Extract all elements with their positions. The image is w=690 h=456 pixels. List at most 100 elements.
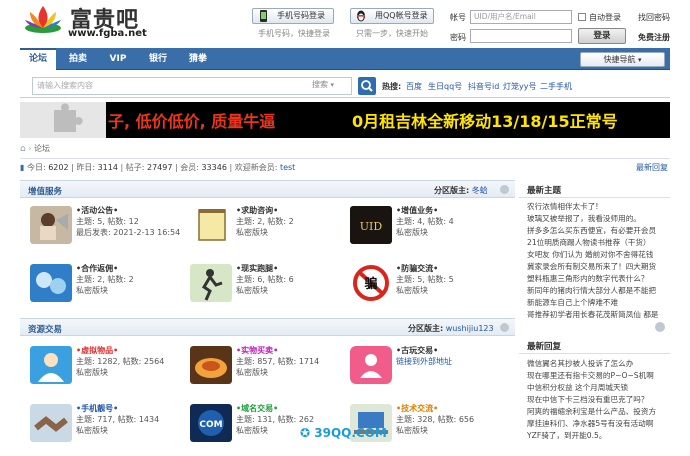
forum-name[interactable]: •虚拟物品• xyxy=(76,345,118,356)
register-link[interactable]: 免费注册 xyxy=(638,32,670,43)
auto-login-checkbox[interactable] xyxy=(578,13,586,21)
yesterday-count: 3114 xyxy=(97,163,118,172)
forum-item-virtual-goods[interactable]: •虚拟物品• 主题: 1282, 帖数: 2564 私密版块 xyxy=(20,342,180,398)
nav-item-vip[interactable]: VIP xyxy=(100,48,136,70)
nav-item-auction[interactable]: 拍卖 xyxy=(60,48,96,70)
posts-label: 帖子: xyxy=(125,163,145,172)
topic-link[interactable]: 哥推荐初学者用长春花茂斯简凤仙 都是 xyxy=(519,309,670,320)
breadcrumb-current[interactable]: 论坛 xyxy=(34,144,50,153)
qq-penguin-icon xyxy=(357,10,365,22)
forum-item-help[interactable]: •求助咨询• 主题: 2, 帖数: 2 私密版块 xyxy=(180,202,340,258)
qq-login-label: 用QQ帐号登录 xyxy=(375,11,428,20)
forgot-password-link[interactable]: 找回密码 xyxy=(638,12,670,23)
hot-search-label: 热搜: xyxy=(382,82,402,91)
hot-search-item[interactable]: 抖音号id xyxy=(468,81,499,92)
forum-name[interactable]: •古玩交易• xyxy=(396,345,438,356)
forum-name[interactable]: •域名交易• xyxy=(236,403,278,414)
scroll-indicator-icon[interactable] xyxy=(655,322,665,332)
forum-item-anti-fraud[interactable]: 骗 •防骗交流• 主题: 5, 帖数: 5 私密版块 xyxy=(340,260,500,316)
chevron-down-icon: ▾ xyxy=(330,81,335,89)
forum-name[interactable]: •现实跑腿• xyxy=(236,263,278,274)
hot-search-item[interactable]: 百度 xyxy=(406,81,422,92)
nav-item-guess[interactable]: 猜拳 xyxy=(180,48,216,70)
today-label: 今日: xyxy=(26,163,46,172)
login-button[interactable]: 登录 xyxy=(578,28,626,44)
search-button[interactable] xyxy=(358,77,376,95)
nav-item-forum[interactable]: 论坛 xyxy=(20,48,56,70)
qq-login-button[interactable]: 用QQ帐号登录 xyxy=(350,8,434,24)
forum-last-post[interactable]: 最后发表: 2021-2-13 16:54 xyxy=(76,227,180,238)
stats-icon: ▮ xyxy=(20,163,25,172)
forum-name[interactable]: •增值业务• xyxy=(396,205,438,216)
forum-name[interactable]: •实物买卖• xyxy=(236,345,278,356)
forum-name[interactable]: •求助咨询• xyxy=(236,205,278,216)
logo-url[interactable]: www.fgba.net xyxy=(68,28,147,39)
quick-nav-button[interactable]: 快捷导航 ▾ xyxy=(580,52,665,67)
topic-link[interactable]: 拼多多怎么买东西便宜，有必要开会员 xyxy=(519,225,670,236)
newest-member-link[interactable]: test xyxy=(280,163,295,172)
topic-link[interactable]: 玻璃又被举报了，我看没师用的。 xyxy=(519,213,670,224)
forum-counts: 主题: 4, 帖数: 4 xyxy=(396,217,454,226)
forum-private: 私密版块 xyxy=(236,426,268,435)
topic-link[interactable]: 冀家录会所有制交易所来了！四大期货 xyxy=(519,261,670,272)
forum-item-cooperation[interactable]: •合作返佣• 主题: 2, 帖数: 2 私密版块 xyxy=(20,260,180,316)
welcome-label: 欢迎新会员: xyxy=(234,163,278,172)
svg-text:COM: COM xyxy=(199,420,222,430)
uid-logo-icon: UID xyxy=(350,206,392,244)
hot-search-item[interactable]: 生日qq号 xyxy=(428,81,462,92)
moderator-link[interactable]: 冬蛤 xyxy=(472,186,488,195)
phone-login-button[interactable]: 手机号码登录 xyxy=(252,8,334,24)
forum-external-link[interactable]: 链接到外部地址 xyxy=(396,356,452,367)
forum-item-activity[interactable]: •活动公告• 主题: 5, 帖数: 12 最后发表: 2021-2-13 16:… xyxy=(20,202,180,258)
forum-item-phone-number[interactable]: •手机靓号• 主题: 717, 帖数: 1434 私密版块 xyxy=(20,400,180,456)
account-input[interactable]: UID/用户名/Email xyxy=(470,10,572,24)
breadcrumb: ⌂ › 论坛 xyxy=(20,143,670,159)
reply-link[interactable]: 现在哪里还有指卡交易的P~O~S机啊 xyxy=(519,370,670,381)
section-header-resource-trade: 资源交易 分区版主: wushijiu123 xyxy=(20,318,515,336)
forum-name[interactable]: •防骗交流• xyxy=(396,263,438,274)
topic-link[interactable]: 塑料瓶惠三角形内的数字代表什么？ xyxy=(519,273,670,284)
hot-search-item[interactable]: 二手手机 xyxy=(540,81,572,92)
forum-private: 私密版块 xyxy=(236,286,268,295)
topic-link[interactable]: 21位明质商踢人物读书推荐（干货） xyxy=(519,237,670,248)
forum-item-antique[interactable]: •古玩交易• 链接到外部地址 xyxy=(340,342,500,398)
forum-private: 私密版块 xyxy=(396,426,428,435)
forum-name[interactable]: •手机靓号• xyxy=(76,403,118,414)
watermark-text: 39QQ.COM xyxy=(314,426,387,440)
collapse-toggle-icon[interactable] xyxy=(500,185,509,194)
members-label: 会员: xyxy=(180,163,199,172)
phone-icon xyxy=(260,10,267,22)
watermark-icon: ✪ xyxy=(300,426,311,440)
home-icon[interactable]: ⌂ xyxy=(20,144,26,154)
forum-counts: 主题: 2, 帖数: 2 xyxy=(236,217,294,226)
search-input[interactable]: 请输入搜索内容 xyxy=(32,77,352,95)
collapse-toggle-icon[interactable] xyxy=(500,323,509,332)
reply-link[interactable]: 现在中信下卡三档没有重巴克了吗？ xyxy=(519,394,670,405)
forum-name[interactable]: •合作返佣• xyxy=(76,263,118,274)
topic-link[interactable]: 女吧友 你们认为 婚前对你不舍得花钱 xyxy=(519,249,670,260)
forum-name[interactable]: •技术交流• xyxy=(396,403,438,414)
latest-reply-link[interactable]: 最新回复 xyxy=(636,162,668,173)
section-title[interactable]: 资源交易 xyxy=(28,323,62,335)
section-title[interactable]: 增值服务 xyxy=(28,185,62,197)
password-input[interactable] xyxy=(470,29,572,43)
lotus-logo-icon[interactable] xyxy=(22,2,64,34)
forum-name[interactable]: •活动公告• xyxy=(76,205,118,216)
topic-link[interactable]: 农行浓情相伴太卡了! xyxy=(519,201,670,212)
reply-link[interactable]: 摩挂迪科们、净水器5号有没有活动啊 xyxy=(519,418,670,429)
topic-link[interactable]: 新能源车自己上个牌难不难 xyxy=(519,297,670,308)
search-type-select[interactable]: 搜索 ▾ xyxy=(312,79,334,90)
nav-item-bank[interactable]: 银行 xyxy=(140,48,176,70)
reply-link[interactable]: 阿爽的福缩余利宝是什么产品、投资方 xyxy=(519,406,670,417)
forum-item-physical-goods[interactable]: •实物买卖• 主题: 857, 帖数: 1714 私密版块 xyxy=(180,342,340,398)
food-plate-icon xyxy=(190,346,232,384)
reply-link[interactable]: YZF骑了，到开能0.5。 xyxy=(519,430,670,441)
forum-item-errand[interactable]: •现实跑腿• 主题: 6, 帖数: 6 私密版块 xyxy=(180,260,340,316)
forum-private: 私密版块 xyxy=(76,426,108,435)
reply-link[interactable]: 中信积分权益 这个月周城天锁 xyxy=(519,382,670,393)
reply-link[interactable]: 微信翼名其抄被人投诉了怎么办 xyxy=(519,358,670,369)
hot-search-item[interactable]: 灯笼yy号 xyxy=(503,81,536,92)
forum-item-value-added[interactable]: UID •增值业务• 主题: 4, 帖数: 4 私密版块 xyxy=(340,202,500,258)
moderator-link[interactable]: wushijiu123 xyxy=(446,324,494,333)
topic-link[interactable]: 新同年的猪肉行情大部分人都是不能把 xyxy=(519,285,670,296)
